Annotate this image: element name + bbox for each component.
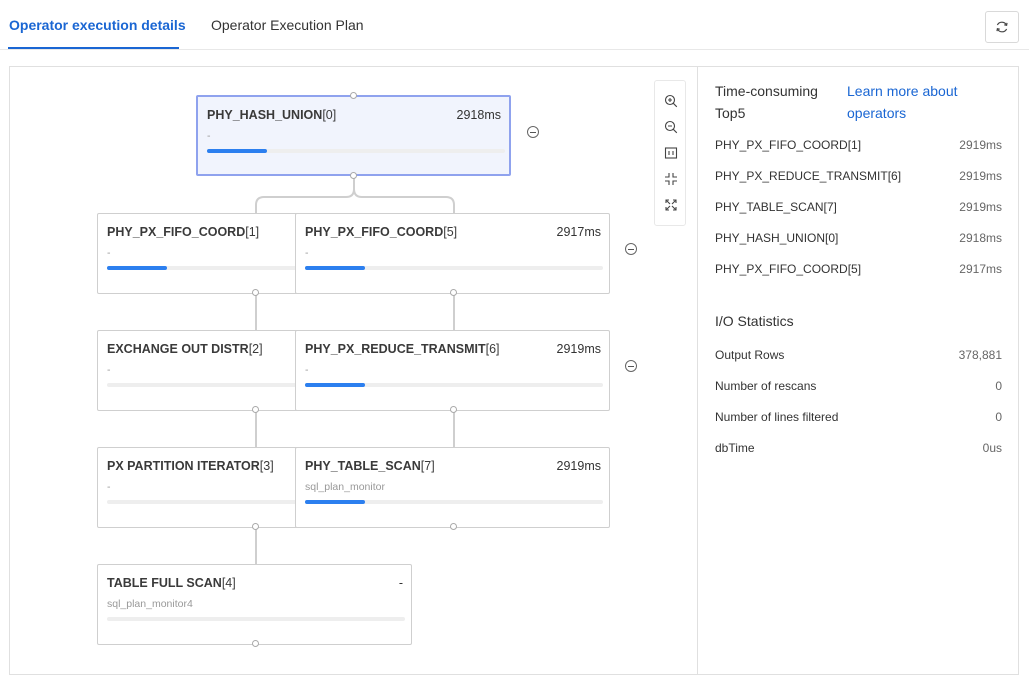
expand-button[interactable]: [661, 195, 681, 215]
execution-graph[interactable]: PHY_HASH_UNION[0] 2918ms - PHY_PX_FIFO_C…: [10, 67, 698, 674]
io-row: dbTime 0us: [715, 441, 1002, 455]
io-name: Number of lines filtered: [715, 410, 839, 424]
io-value: 378,881: [958, 348, 1002, 362]
learn-more-link[interactable]: Learn more about operators: [847, 80, 987, 124]
node-title: PHY_HASH_UNION[0]: [207, 108, 337, 122]
expand-arrows-icon: [665, 199, 677, 211]
node-subtitle: -: [305, 247, 309, 259]
io-value: 0us: [982, 441, 1002, 455]
top5-name: PHY_PX_FIFO_COORD[5]: [715, 262, 862, 276]
operator-node-table-scan[interactable]: PHY_TABLE_SCAN[7] 2919ms sql_plan_monito…: [295, 447, 610, 528]
zoom-in-icon: [664, 94, 678, 108]
minus-circle-icon[interactable]: [527, 126, 539, 138]
node-subtitle: sql_plan_monitor4: [107, 598, 193, 610]
top5-value: 2919ms: [959, 138, 1002, 152]
io-row: Number of lines filtered 0: [715, 410, 1002, 424]
minus-circle-icon[interactable]: [625, 360, 637, 372]
top5-name: PHY_PX_FIFO_COORD[1]: [715, 138, 862, 152]
progress-bar: [305, 383, 603, 387]
node-port: [350, 172, 357, 179]
top5-value: 2918ms: [959, 231, 1002, 245]
io-statistics-title: I/O Statistics: [715, 313, 794, 329]
top5-row: PHY_TABLE_SCAN[7] 2919ms: [715, 200, 1002, 214]
top5-row: PHY_HASH_UNION[0] 2918ms: [715, 231, 1002, 245]
top5-name: PHY_HASH_UNION[0]: [715, 231, 839, 245]
minus-circle-icon[interactable]: [625, 243, 637, 255]
operator-node-hash-union[interactable]: PHY_HASH_UNION[0] 2918ms -: [196, 95, 511, 176]
node-port: [350, 92, 357, 99]
io-name: Number of rescans: [715, 379, 817, 393]
node-port: [450, 289, 457, 296]
top5-value: 2919ms: [959, 200, 1002, 214]
progress-fill: [107, 266, 167, 270]
node-subtitle: sql_plan_monitor: [305, 481, 385, 493]
progress-fill: [305, 383, 365, 387]
progress-fill: [305, 266, 365, 270]
top5-name: PHY_PX_REDUCE_TRANSMIT[6]: [715, 169, 902, 183]
io-row: Output Rows 378,881: [715, 348, 1002, 362]
io-value: 0: [995, 410, 1002, 424]
node-title: PHY_TABLE_SCAN[7]: [305, 459, 435, 473]
node-port: [252, 523, 259, 530]
node-subtitle: -: [107, 364, 111, 376]
top5-name: PHY_TABLE_SCAN[7]: [715, 200, 837, 214]
io-name: dbTime: [715, 441, 755, 455]
node-port: [252, 289, 259, 296]
node-subtitle: -: [107, 247, 111, 259]
node-time: 2919ms: [556, 342, 601, 356]
progress-bar: [305, 266, 603, 270]
progress-fill: [305, 500, 365, 504]
node-subtitle: -: [207, 130, 211, 142]
node-title: PHY_PX_REDUCE_TRANSMIT[6]: [305, 342, 500, 356]
node-time: 2917ms: [556, 225, 601, 239]
node-time: -: [398, 576, 403, 590]
top5-row: PHY_PX_REDUCE_TRANSMIT[6] 2919ms: [715, 169, 1002, 183]
refresh-icon: [996, 21, 1008, 33]
io-row: Number of rescans 0: [715, 379, 1002, 393]
top5-row: PHY_PX_FIFO_COORD[1] 2919ms: [715, 138, 1002, 152]
operator-node-table-full-scan[interactable]: TABLE FULL SCAN[4] - sql_plan_monitor4: [97, 564, 412, 645]
node-title: TABLE FULL SCAN[4]: [107, 576, 236, 590]
tab-operator-execution-details[interactable]: Operator execution details: [9, 17, 186, 33]
tab-operator-execution-plan[interactable]: Operator Execution Plan: [211, 17, 364, 33]
node-title: PHY_PX_FIFO_COORD[1]: [107, 225, 260, 239]
top5-title: Time-consuming Top5: [715, 83, 818, 121]
zoom-out-button[interactable]: [661, 117, 681, 137]
node-subtitle: -: [305, 364, 309, 376]
top5-row: PHY_PX_FIFO_COORD[5] 2917ms: [715, 262, 1002, 276]
node-port: [252, 406, 259, 413]
progress-bar: [207, 149, 505, 153]
shrink-button[interactable]: [661, 169, 681, 189]
progress-bar: [107, 617, 405, 621]
top5-value: 2919ms: [959, 169, 1002, 183]
top5-value: 2917ms: [959, 262, 1002, 276]
node-title: EXCHANGE OUT DISTR[2]: [107, 342, 263, 356]
active-tab-indicator: [8, 47, 179, 49]
operator-node-px-fifo-coord-5[interactable]: PHY_PX_FIFO_COORD[5] 2917ms -: [295, 213, 610, 294]
operator-node-px-reduce-transmit[interactable]: PHY_PX_REDUCE_TRANSMIT[6] 2919ms -: [295, 330, 610, 411]
tab-bar: Operator execution details Operator Exec…: [0, 0, 1029, 50]
zoom-out-icon: [664, 120, 678, 134]
fit-view-icon: [664, 147, 678, 159]
node-time: 2918ms: [456, 108, 501, 122]
node-port: [252, 640, 259, 647]
collapse-arrows-icon: [665, 173, 677, 185]
graph-toolbar: [654, 80, 686, 226]
zoom-in-button[interactable]: [661, 91, 681, 111]
refresh-button[interactable]: [985, 11, 1019, 43]
node-port: [450, 523, 457, 530]
node-time: 2919ms: [556, 459, 601, 473]
progress-bar: [305, 500, 603, 504]
io-name: Output Rows: [715, 348, 785, 362]
node-subtitle: -: [107, 481, 111, 493]
node-title: PX PARTITION ITERATOR[3]: [107, 459, 274, 473]
node-title: PHY_PX_FIFO_COORD[5]: [305, 225, 458, 239]
node-port: [450, 406, 457, 413]
progress-fill: [207, 149, 267, 153]
statistics-panel: Time-consuming Top5 Learn more about ope…: [699, 67, 1018, 674]
fit-view-button[interactable]: [661, 143, 681, 163]
io-value: 0: [995, 379, 1002, 393]
